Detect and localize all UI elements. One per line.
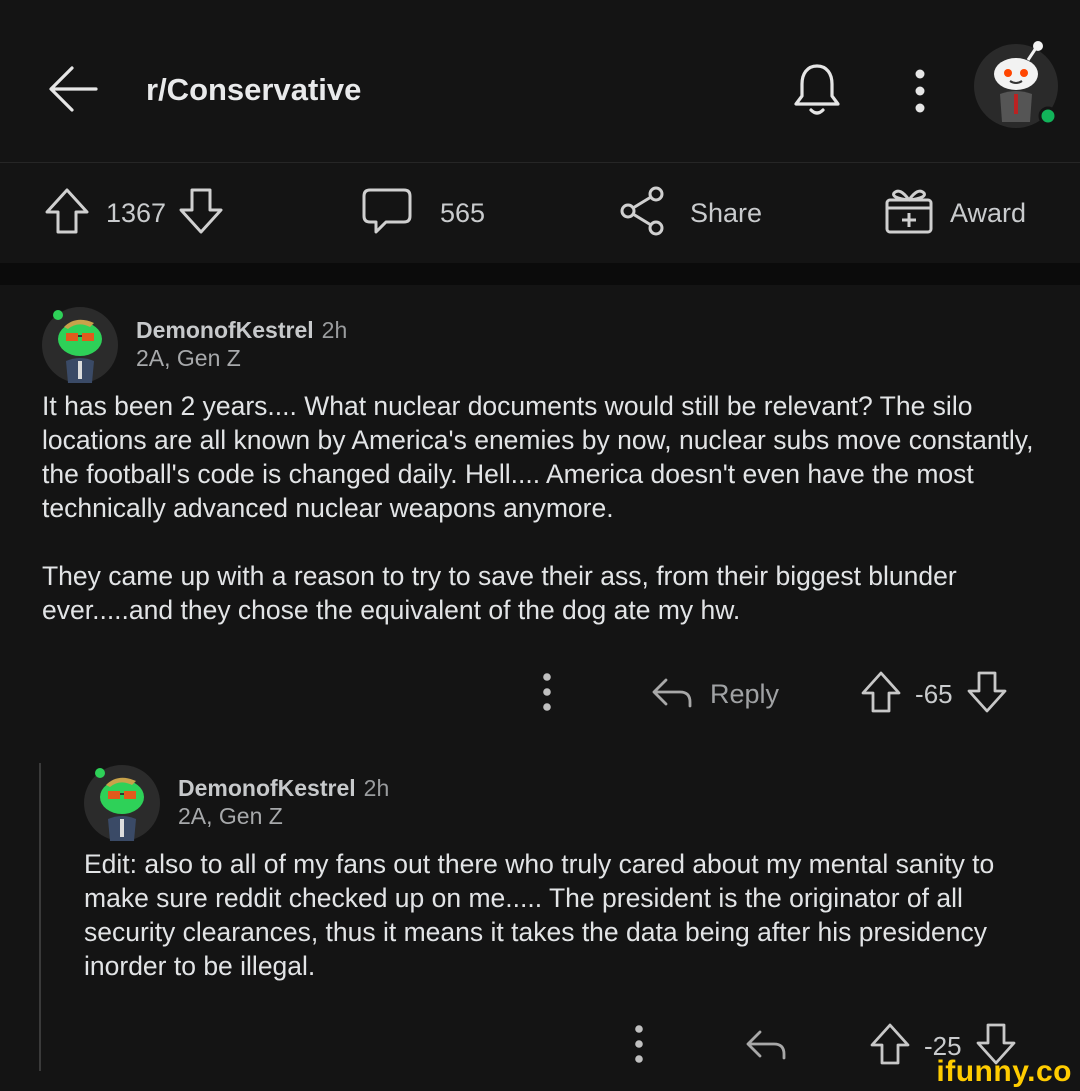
top-app-bar: r/Conservative <box>0 0 1080 162</box>
commenter-avatar[interactable] <box>40 305 120 385</box>
post-action-bar: 1367 565 Share Award <box>0 163 1080 263</box>
comment-paragraph: They came up with a reason to try to sav… <box>42 561 957 625</box>
reply-label: Reply <box>710 679 780 709</box>
comment-paragraph: It has been 2 years.... What nuclear doc… <box>42 391 1034 523</box>
user-flair: 2A, Gen Z <box>136 345 241 371</box>
downvote-icon[interactable] <box>965 669 1009 720</box>
upvote-icon[interactable] <box>42 185 92 242</box>
award-button[interactable]: Award <box>882 163 1026 263</box>
username[interactable]: DemonofKestrel <box>178 775 356 801</box>
more-options-icon[interactable] <box>905 66 935 116</box>
comment-time: 2h <box>363 775 390 801</box>
more-options-icon[interactable] <box>624 1022 654 1071</box>
reply-arrow-icon[interactable] <box>744 1024 788 1069</box>
share-label: Share <box>690 197 763 228</box>
gift-icon <box>882 185 936 242</box>
comment-body: It has been 2 years.... What nuclear doc… <box>42 389 1042 627</box>
comment-reply: DemonofKestrel 2h 2A, Gen Z Edit: also to… <box>0 745 1080 1075</box>
downvote-icon[interactable] <box>176 185 226 242</box>
subreddit-title[interactable]: r/Conservative <box>146 72 361 108</box>
comment-count: 565 <box>440 197 486 228</box>
back-arrow-icon[interactable] <box>44 60 102 118</box>
more-options-icon[interactable] <box>532 670 562 719</box>
comments-button[interactable]: 565 <box>360 163 485 263</box>
post-score: 1367 <box>106 197 167 228</box>
reply-arrow-icon <box>650 672 694 717</box>
comment-score: -65 <box>915 679 953 709</box>
comment-author[interactable]: DemonofKestrel 2h <box>136 317 347 344</box>
comment: DemonofKestrel 2h 2A, Gen Z It has been 2… <box>0 285 1080 745</box>
username[interactable]: DemonofKestrel <box>136 317 314 343</box>
comment-author[interactable]: DemonofKestrel 2h <box>178 775 389 802</box>
online-status-dot <box>1038 106 1058 126</box>
reply-button[interactable]: Reply <box>650 672 779 717</box>
share-button[interactable]: Share <box>618 163 762 263</box>
share-icon <box>618 185 668 242</box>
vote-group: 1367 <box>42 163 226 263</box>
comment-time: 2h <box>321 317 348 343</box>
bell-icon[interactable] <box>788 60 846 120</box>
comment-paragraph: Edit: also to all of my fans out there w… <box>84 849 995 981</box>
user-flair: 2A, Gen Z <box>178 803 283 829</box>
watermark-logo: ifunny.co <box>936 1055 1072 1088</box>
commenter-avatar[interactable] <box>82 763 162 843</box>
user-avatar[interactable] <box>970 40 1066 130</box>
comment-body: Edit: also to all of my fans out there w… <box>84 847 1059 983</box>
section-separator <box>0 263 1080 285</box>
upvote-icon[interactable] <box>868 1021 912 1072</box>
upvote-icon[interactable] <box>859 669 903 720</box>
comment-bubble-icon <box>360 185 414 242</box>
comment-actions: Reply -65 <box>532 669 1009 720</box>
comment-vote-group: -65 <box>859 669 1009 720</box>
award-label: Award <box>950 197 1027 228</box>
